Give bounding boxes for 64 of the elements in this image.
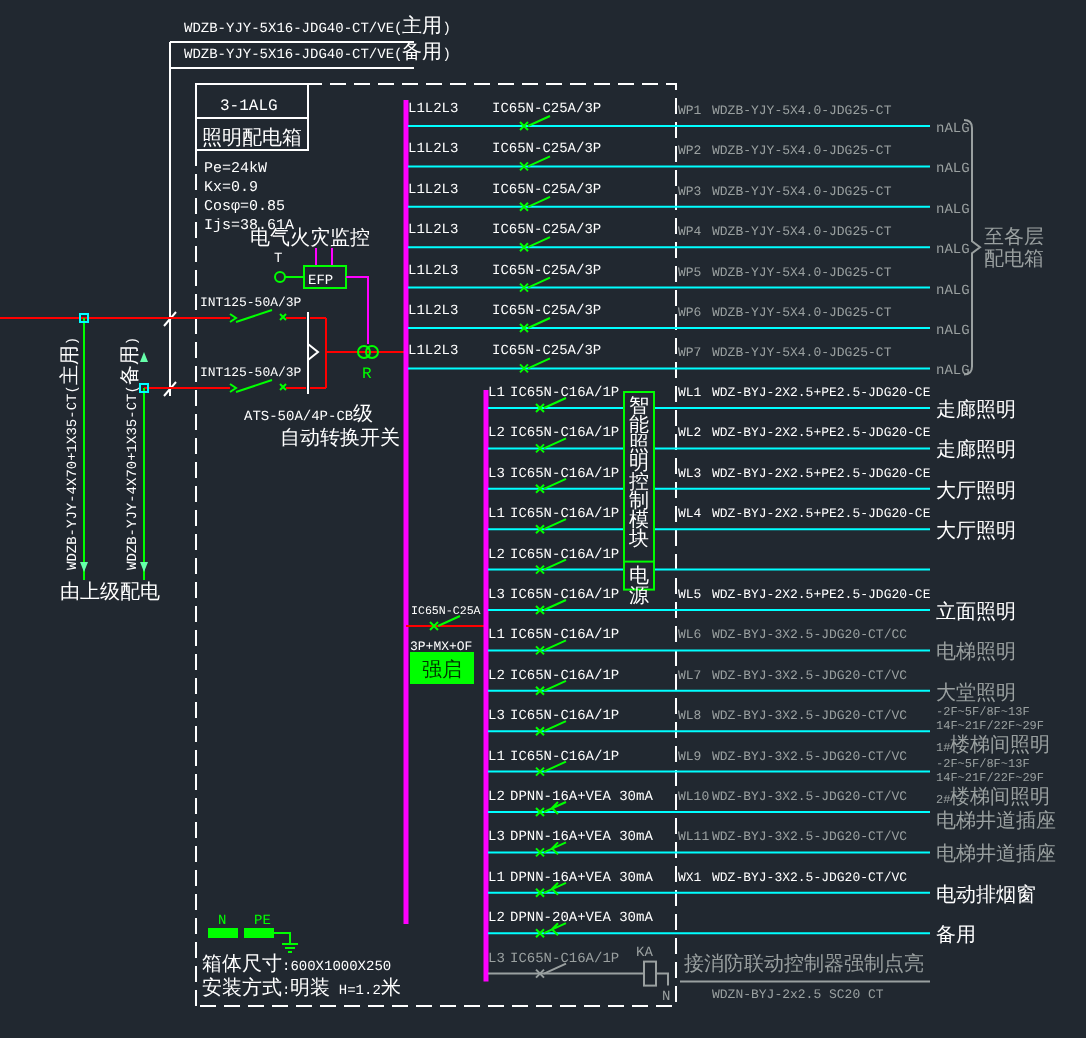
node-marker: [139, 383, 149, 393]
ats-symbol: [307, 311, 320, 395]
load-label: 电梯井道插座: [936, 846, 1056, 869]
module-label: 智能照明控制模块: [629, 398, 649, 553]
power-label: 电源: [629, 567, 649, 610]
wire-line: [195, 117, 309, 119]
sensor-icon: [274, 271, 286, 283]
switch-icon: [519, 317, 551, 333]
node-marker: [79, 313, 89, 323]
panel-subtitle: 照明配电箱: [202, 130, 302, 152]
ats-name: 自动转换开关: [280, 430, 400, 452]
panel-name: 3-1ALG: [220, 98, 278, 116]
switch-icon: [535, 962, 567, 979]
switch-icon: [535, 841, 567, 858]
switch-icon: [519, 155, 551, 172]
tag-background: [410, 652, 474, 684]
terminal-bar: [208, 928, 238, 938]
load-label: 电梯照明: [936, 644, 1016, 667]
switch-icon: [535, 881, 567, 898]
terminal-bar: [244, 928, 274, 938]
switch-icon: [535, 922, 567, 939]
load-label: 电动排烟窗: [936, 886, 1036, 909]
switch-icon: [535, 437, 567, 454]
load-label: 大厅照明: [936, 482, 1016, 505]
wire-line: [405, 625, 487, 627]
load-label: 立面照明: [936, 604, 1016, 626]
control-note: 接消防联动控制器强制点亮: [684, 955, 924, 978]
relay-coil-icon: [643, 960, 657, 987]
load-label: 备用: [936, 927, 976, 950]
switch-icon: [519, 357, 551, 374]
switch-icon: [429, 615, 461, 631]
switch-icon: [229, 309, 287, 323]
switch-icon: [519, 236, 551, 253]
switch-icon: [535, 477, 567, 494]
group-label: 配电箱: [984, 251, 1044, 274]
load-label: 走廊照明: [936, 442, 1016, 465]
switch-icon: [535, 397, 567, 413]
monitor-note: 电气火灾监控: [250, 230, 370, 252]
efp-module: [303, 265, 347, 289]
switch-icon: [535, 558, 567, 575]
current-transformer-icon: [357, 345, 379, 359]
switch-icon: [535, 679, 567, 696]
source-note: 由上级配电: [60, 584, 160, 606]
switch-icon: [535, 760, 567, 777]
ground-icon: [273, 932, 299, 953]
switch-icon: [519, 115, 551, 131]
tag-label: 强启: [422, 662, 462, 684]
switch-icon: [535, 720, 567, 737]
wire-line: [315, 247, 333, 267]
switch-icon: [519, 195, 551, 212]
switch-icon: [535, 639, 567, 656]
switch-icon: [519, 276, 551, 293]
wire-line: [284, 276, 305, 278]
switch-icon: [229, 379, 287, 393]
load-label: 大厅照明: [936, 523, 1016, 546]
switch-icon: [535, 599, 567, 615]
load-label: 走廊照明: [936, 402, 1016, 424]
switch-icon: [535, 801, 567, 817]
module-divider: [623, 560, 655, 563]
panel-title-box: [195, 83, 309, 151]
transformer-label: R: [362, 366, 372, 384]
switch-icon: [535, 518, 567, 535]
load-label: 电梯井道插座: [936, 813, 1056, 836]
load-label: 大堂照明: [936, 684, 1016, 707]
